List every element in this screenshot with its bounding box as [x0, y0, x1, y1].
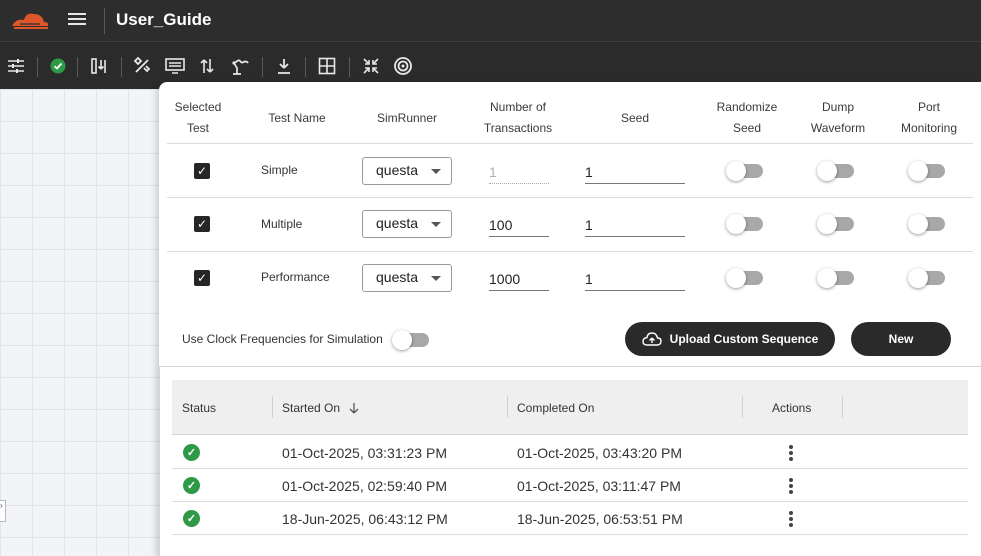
header-completed-on: Completed On — [517, 400, 595, 415]
port-monitoring-toggle[interactable] — [908, 214, 945, 234]
success-status-icon: ✓ — [183, 444, 200, 461]
test-select-checkbox[interactable]: ✓ — [194, 216, 210, 232]
header-seed: Seed — [620, 110, 650, 125]
dump-waveform-toggle[interactable] — [817, 268, 854, 288]
started-on-label: Started On — [282, 400, 341, 415]
toolbar-divider — [349, 57, 350, 77]
randomize-seed-toggle[interactable] — [726, 214, 763, 234]
toolbar-divider — [262, 57, 263, 77]
title-divider — [104, 8, 105, 34]
test-name: Performance — [261, 270, 330, 284]
simrunner-value: questa — [376, 269, 419, 285]
transactions-input[interactable]: 1000 — [489, 265, 549, 291]
cloud-upload-icon — [641, 332, 662, 346]
sort-arrows-icon[interactable] — [196, 55, 218, 77]
test-row: ✓ Performance questa 1000 1 — [167, 252, 973, 306]
test-row: ✓ Multiple questa 100 1 — [167, 198, 973, 252]
test-select-checkbox[interactable]: ✓ — [194, 163, 210, 179]
column-divider — [742, 396, 743, 418]
test-select-checkbox[interactable]: ✓ — [194, 270, 210, 286]
simrunner-select[interactable]: questa — [362, 210, 452, 238]
tools-icon[interactable] — [131, 55, 153, 77]
clock-frequencies-label: Use Clock Frequencies for Simulation — [182, 332, 383, 346]
more-actions-icon[interactable] — [789, 511, 795, 527]
simulation-panel: Selected Test Test Name SimRunner Number… — [159, 82, 981, 556]
robot-arm-icon[interactable] — [229, 55, 251, 77]
header-actions: Actions — [772, 400, 812, 415]
header-transactions: Number of Transactions — [483, 100, 553, 135]
port-monitoring-toggle[interactable] — [908, 161, 945, 181]
simrunner-select[interactable]: questa — [362, 264, 452, 292]
collapse-icon[interactable] — [360, 55, 382, 77]
header-started-on[interactable]: Started On — [282, 380, 360, 435]
more-actions-icon[interactable] — [789, 445, 795, 461]
chevron-down-icon — [431, 276, 441, 281]
history-row: ✓ 01-Oct-2025, 02:59:40 PM 01-Oct-2025, … — [172, 469, 968, 502]
check-circle-icon[interactable] — [47, 55, 69, 77]
target-icon[interactable] — [392, 55, 414, 77]
sliders-icon[interactable] — [5, 55, 27, 77]
toolbar-divider — [77, 57, 78, 77]
chevron-down-icon — [431, 169, 441, 174]
more-actions-icon[interactable] — [789, 478, 795, 494]
completed-on-cell: 01-Oct-2025, 03:43:20 PM — [517, 445, 682, 461]
header-selected-test: Selected Test — [174, 100, 222, 135]
seed-input[interactable]: 1 — [585, 211, 685, 237]
header-port-monitoring: Port Monitoring — [900, 100, 958, 135]
completed-on-cell: 01-Oct-2025, 03:11:47 PM — [517, 478, 681, 494]
toolbar-divider — [37, 57, 38, 77]
randomize-seed-toggle[interactable] — [726, 161, 763, 181]
history-table-header: Status Started On Completed On Actions — [172, 380, 968, 435]
test-row: ✓ Simple questa 1 1 — [167, 144, 973, 198]
grid-icon[interactable] — [316, 55, 338, 77]
menu-icon[interactable] — [68, 10, 86, 28]
upload-button-label: Upload Custom Sequence — [669, 332, 819, 346]
transactions-input[interactable]: 1 — [489, 158, 549, 184]
simrunner-value: questa — [376, 215, 419, 231]
toolbar-divider — [305, 57, 306, 77]
simrunner-select[interactable]: questa — [362, 157, 452, 185]
transactions-input[interactable]: 100 — [489, 211, 549, 237]
cloud-logo-icon[interactable] — [10, 8, 50, 32]
started-on-cell: 01-Oct-2025, 03:31:23 PM — [282, 445, 447, 461]
project-title: User_Guide — [116, 10, 212, 29]
header-dump-waveform: Dump Waveform — [810, 100, 866, 135]
side-panel-handle[interactable]: › — [0, 500, 6, 522]
column-divider — [842, 396, 843, 418]
upload-custom-sequence-button[interactable]: Upload Custom Sequence — [625, 322, 835, 356]
header-simrunner: SimRunner — [376, 110, 438, 125]
history-row: ✓ 18-Jun-2025, 06:43:12 PM 18-Jun-2025, … — [172, 502, 968, 535]
title-bar: User_Guide — [0, 0, 981, 42]
download-icon[interactable] — [273, 55, 295, 77]
toolbar-divider — [121, 57, 122, 77]
port-monitoring-toggle[interactable] — [908, 268, 945, 288]
history-row: ✓ 01-Oct-2025, 03:31:23 PM 01-Oct-2025, … — [172, 436, 968, 469]
simrunner-value: questa — [376, 162, 419, 178]
header-randomize-seed: Randomize Seed — [716, 100, 778, 135]
column-divider — [507, 396, 508, 418]
started-on-cell: 18-Jun-2025, 06:43:12 PM — [282, 511, 448, 527]
dump-waveform-toggle[interactable] — [817, 214, 854, 234]
header-status: Status — [182, 400, 217, 415]
success-status-icon: ✓ — [183, 477, 200, 494]
test-name: Simple — [261, 163, 298, 177]
chevron-down-icon — [431, 222, 441, 227]
header-test-name: Test Name — [268, 110, 326, 125]
arrow-down-icon[interactable] — [348, 402, 360, 414]
tests-table-header: Selected Test Test Name SimRunner Number… — [167, 92, 973, 144]
test-name: Multiple — [261, 217, 303, 231]
seed-input[interactable]: 1 — [585, 265, 685, 291]
seed-input[interactable]: 1 — [585, 158, 685, 184]
completed-on-cell: 18-Jun-2025, 06:53:51 PM — [517, 511, 683, 527]
column-divider — [272, 396, 273, 418]
started-on-cell: 01-Oct-2025, 02:59:40 PM — [282, 478, 447, 494]
clock-frequencies-toggle[interactable] — [392, 330, 429, 350]
run-history: Status Started On Completed On Actions ✓… — [159, 366, 981, 556]
success-status-icon: ✓ — [183, 510, 200, 527]
randomize-seed-toggle[interactable] — [726, 268, 763, 288]
dump-waveform-toggle[interactable] — [817, 161, 854, 181]
monitor-icon[interactable] — [164, 55, 186, 77]
compare-icon[interactable] — [88, 55, 110, 77]
new-button[interactable]: New — [851, 322, 951, 356]
